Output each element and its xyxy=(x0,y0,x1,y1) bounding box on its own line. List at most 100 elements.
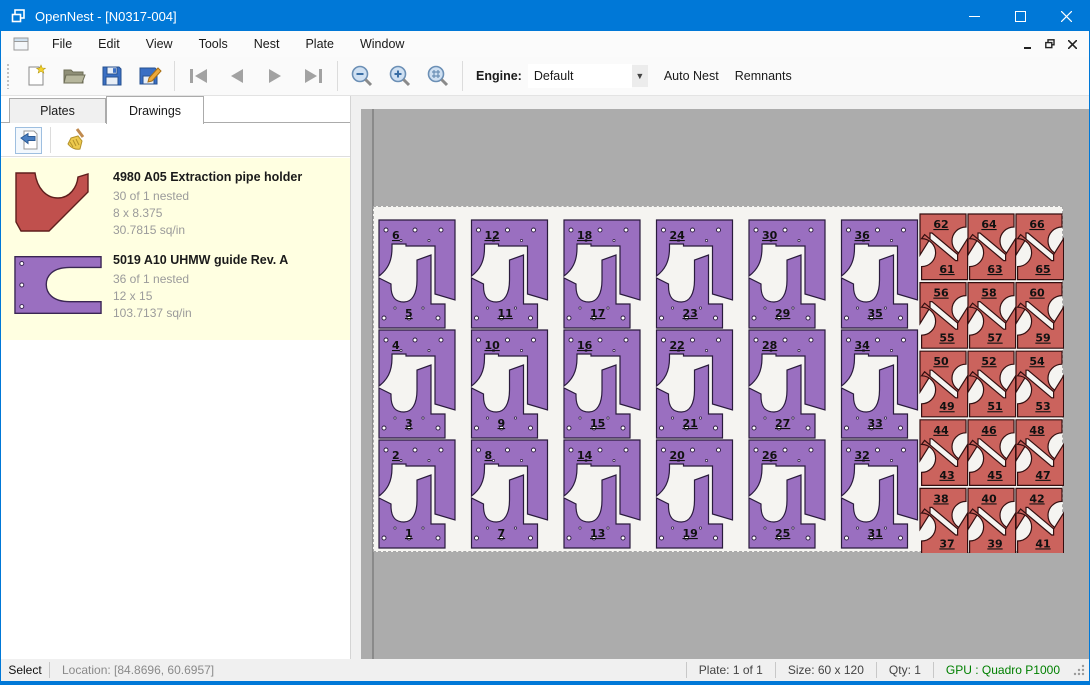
last-plate-button[interactable] xyxy=(294,60,332,92)
part-number-label: 24 xyxy=(670,229,686,242)
red-nest-pair[interactable]: 5453 xyxy=(1016,351,1064,417)
purple-nest-pair[interactable]: 43 xyxy=(379,330,455,438)
red-nest-pair[interactable]: 6463 xyxy=(968,214,1016,280)
purple-nest-pair[interactable]: 2423 xyxy=(657,220,733,328)
drill-hole xyxy=(621,426,625,430)
purple-nest-pair[interactable]: 1615 xyxy=(564,330,640,438)
pilot-hole xyxy=(792,307,794,309)
red-nest-pair[interactable]: 5251 xyxy=(968,351,1016,417)
drawing-item-2[interactable]: 5019 A10 UHMW guide Rev. A 36 of 1 neste… xyxy=(1,247,350,330)
purple-nest-pair[interactable]: 109 xyxy=(472,330,548,438)
drill-hole xyxy=(436,536,440,540)
part-number-label: 50 xyxy=(933,355,949,368)
part-number-label: 26 xyxy=(762,449,778,462)
engine-dropdown-arrow[interactable]: ▼ xyxy=(632,65,648,87)
engine-value: Default xyxy=(534,69,574,83)
drawing-2-nested: 36 of 1 nested xyxy=(113,271,288,288)
part-number-label: 12 xyxy=(485,229,500,242)
save-as-button[interactable] xyxy=(131,60,169,92)
send-to-plates-button[interactable] xyxy=(15,127,42,154)
red-nest-pair[interactable]: 4443 xyxy=(920,420,968,486)
purple-nest-pair[interactable]: 1817 xyxy=(564,220,640,328)
red-nest-pair[interactable]: 4645 xyxy=(968,420,1016,486)
drill-hole xyxy=(529,426,533,430)
menu-plate[interactable]: Plate xyxy=(292,33,347,55)
purple-nest-pair[interactable]: 3635 xyxy=(842,220,918,328)
drill-hole xyxy=(532,228,536,232)
engine-select[interactable]: Default xyxy=(528,64,632,88)
open-button[interactable] xyxy=(55,60,93,92)
purple-nest-pair[interactable]: 3029 xyxy=(749,220,825,328)
previous-plate-button[interactable] xyxy=(218,60,256,92)
drawing-item-1[interactable]: 4980 A05 Extraction pipe holder 30 of 1 … xyxy=(1,164,350,247)
pilot-hole xyxy=(422,417,424,419)
menu-file[interactable]: File xyxy=(39,33,85,55)
purple-nest-pair[interactable]: 1413 xyxy=(564,440,640,548)
purple-nest-pair[interactable]: 2827 xyxy=(749,330,825,438)
mdi-restore-button[interactable] xyxy=(1039,34,1061,54)
red-nest-pair[interactable]: 5857 xyxy=(968,283,1016,349)
pilot-hole xyxy=(699,307,701,309)
minimize-button[interactable] xyxy=(951,1,997,31)
purple-nest-pair[interactable]: 2625 xyxy=(749,440,825,548)
menu-tools[interactable]: Tools xyxy=(186,33,241,55)
remnants-button[interactable]: Remnants xyxy=(727,63,800,89)
purple-nest-pair[interactable]: 21 xyxy=(379,440,455,548)
purple-nest-pair[interactable]: 2019 xyxy=(657,440,733,548)
toolbar-grip[interactable] xyxy=(6,63,11,89)
drill-hole xyxy=(413,448,417,452)
purple-nest-pair[interactable]: 1211 xyxy=(472,220,548,328)
purple-nest-pair[interactable]: 87 xyxy=(472,440,548,548)
close-button[interactable] xyxy=(1043,1,1089,31)
purple-nest-pair[interactable]: 3231 xyxy=(842,440,918,548)
drill-hole xyxy=(384,228,388,232)
red-nest-pair[interactable]: 6665 xyxy=(1016,214,1064,280)
pilot-hole xyxy=(890,349,892,351)
red-nest-pair[interactable]: 6261 xyxy=(920,214,968,280)
save-button[interactable] xyxy=(93,60,131,92)
red-nest-pair[interactable]: 4847 xyxy=(1016,420,1064,486)
zoom-fit-button[interactable] xyxy=(419,60,457,92)
tab-plates[interactable]: Plates xyxy=(9,98,106,123)
purple-nest-pair[interactable]: 2221 xyxy=(657,330,733,438)
import-arrow-icon xyxy=(18,129,40,151)
zoom-in-button[interactable] xyxy=(381,60,419,92)
menu-edit[interactable]: Edit xyxy=(85,33,133,55)
next-arrow-icon xyxy=(265,67,285,85)
drill-hole xyxy=(506,448,510,452)
menu-view[interactable]: View xyxy=(133,33,186,55)
plate-sheet[interactable]: 6512111817242330293635431091615222128273… xyxy=(373,206,1063,552)
purple-nest-pair[interactable]: 3433 xyxy=(842,330,918,438)
first-plate-button[interactable] xyxy=(180,60,218,92)
pilot-hole xyxy=(792,527,794,529)
clear-drawings-button[interactable] xyxy=(61,127,88,154)
mdi-close-button[interactable] xyxy=(1061,34,1083,54)
red-nest-pair[interactable]: 5655 xyxy=(920,283,968,349)
red-nest-pair[interactable]: 6059 xyxy=(1016,283,1064,349)
next-plate-button[interactable] xyxy=(256,60,294,92)
maximize-button[interactable] xyxy=(997,1,1043,31)
pilot-hole xyxy=(579,307,581,309)
red-nest-pair[interactable]: 3837 xyxy=(920,488,968,553)
drill-hole xyxy=(569,338,573,342)
mdi-minimize-button[interactable] xyxy=(1017,34,1039,54)
drill-hole xyxy=(876,228,880,232)
red-nest-pair[interactable]: 4039 xyxy=(968,488,1016,553)
drill-hole xyxy=(532,448,536,452)
drill-hole xyxy=(413,338,417,342)
drill-hole xyxy=(847,448,851,452)
nest-canvas[interactable]: 6512111817242330293635431091615222128273… xyxy=(351,96,1089,659)
menu-nest[interactable]: Nest xyxy=(241,33,293,55)
menu-window[interactable]: Window xyxy=(347,33,417,55)
purple-nest-pair[interactable]: 65 xyxy=(379,220,455,328)
zoom-out-button[interactable] xyxy=(343,60,381,92)
drill-hole xyxy=(902,228,906,232)
pilot-hole xyxy=(705,349,707,351)
auto-nest-button[interactable]: Auto Nest xyxy=(656,63,727,89)
resize-grip[interactable] xyxy=(1072,663,1086,677)
tab-drawings[interactable]: Drawings xyxy=(106,96,204,124)
red-nest-pair[interactable]: 4241 xyxy=(1016,488,1064,553)
pilot-hole xyxy=(579,527,581,529)
new-file-button[interactable] xyxy=(17,60,55,92)
red-nest-pair[interactable]: 5049 xyxy=(920,351,968,417)
